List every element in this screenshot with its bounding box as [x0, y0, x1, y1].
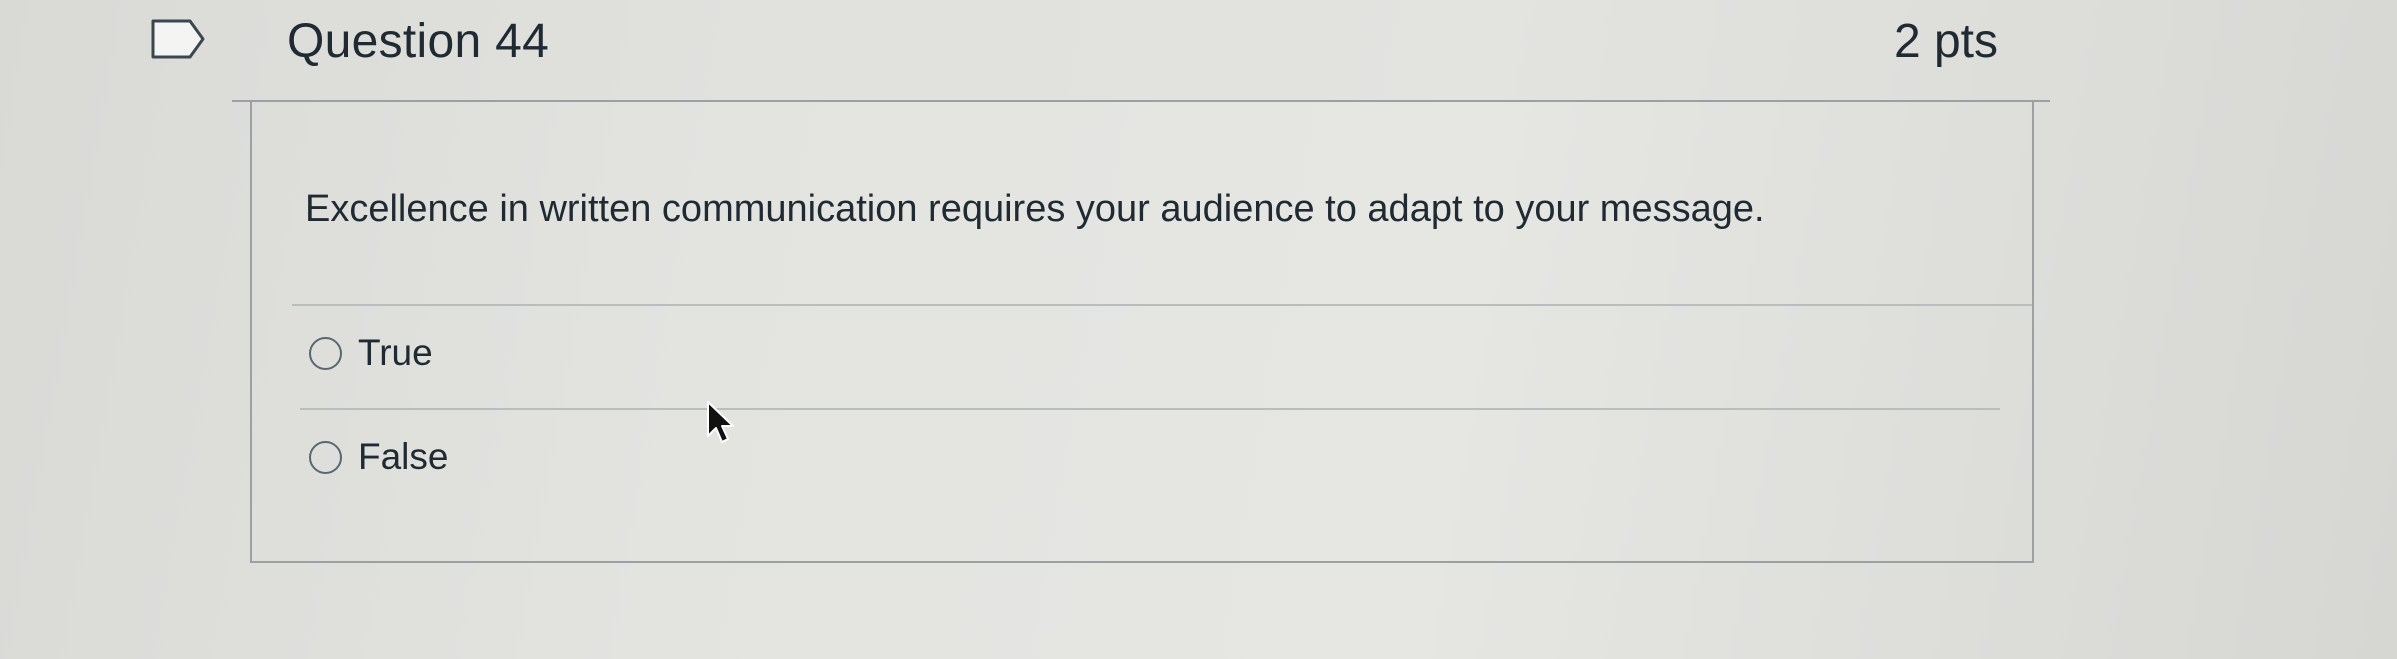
question-body: Excellence in written communication requ…	[250, 100, 2034, 563]
answer-divider	[300, 408, 2000, 410]
question-text: Excellence in written communication requ…	[305, 188, 1765, 230]
answer-label-false: False	[358, 436, 449, 477]
quiz-question: Question 44 2 pts Excellence in written …	[232, 0, 2050, 565]
answer-option-true[interactable]: True	[309, 332, 433, 374]
answer-label-true: True	[358, 332, 433, 373]
mouse-pointer-icon	[707, 401, 734, 443]
question-title: Question 44	[287, 15, 550, 68]
answer-option-false[interactable]: False	[309, 436, 448, 478]
flag-question-icon[interactable]	[150, 18, 206, 60]
radio-button-true[interactable]	[309, 336, 342, 370]
question-header: Question 44 2 pts	[232, 0, 2050, 102]
question-points: 2 pts	[1893, 15, 1998, 68]
answer-divider	[292, 304, 2032, 306]
radio-button-false[interactable]	[309, 440, 342, 474]
